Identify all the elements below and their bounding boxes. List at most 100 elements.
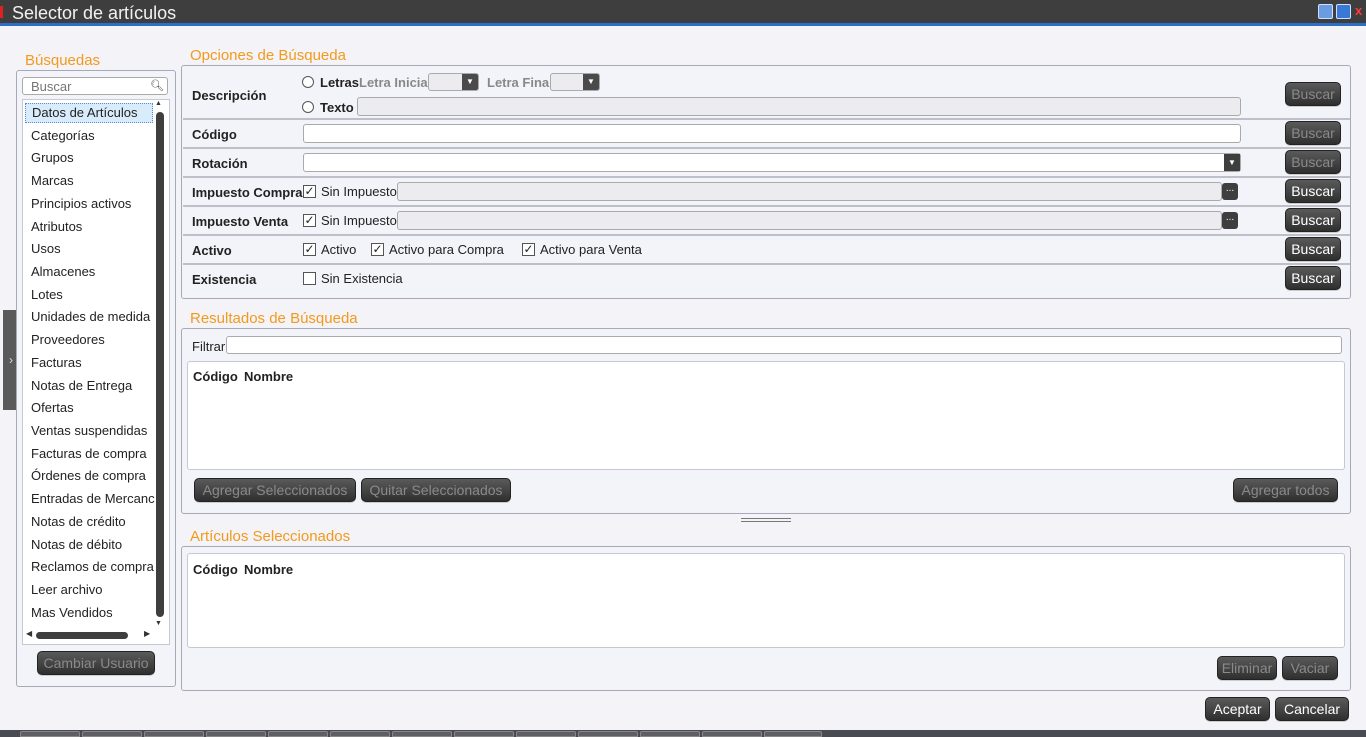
letra-final-label: Letra Final xyxy=(487,75,553,90)
list-item-notas-de-entrega[interactable]: Notas de Entrega xyxy=(31,378,155,393)
impuesto-compra-ellipsis-button[interactable]: ... xyxy=(1222,183,1238,200)
results-column-nombre[interactable]: Nombre xyxy=(244,369,293,384)
taskbar-app[interactable] xyxy=(144,731,204,737)
sin-existencia-checkbox[interactable] xyxy=(303,272,316,285)
buscar-rotacion-button[interactable]: Buscar xyxy=(1285,150,1341,174)
list-item-atributos[interactable]: Atributos xyxy=(31,219,155,234)
scroll-right-icon[interactable]: ▶ xyxy=(144,629,150,638)
activo-compra-checkbox[interactable]: ✓ xyxy=(371,243,384,256)
scroll-left-icon[interactable]: ◀ xyxy=(26,629,32,638)
filter-input[interactable] xyxy=(226,336,1342,354)
list-item-almacenes[interactable]: Almacenes xyxy=(31,264,155,279)
sidebar-search-input[interactable] xyxy=(23,78,147,94)
minimize-icon[interactable] xyxy=(1318,4,1333,19)
list-item-facturas[interactable]: Facturas xyxy=(31,355,155,370)
chevron-down-icon: ▼ xyxy=(1224,154,1240,171)
descripcion-label: Descripción xyxy=(192,88,267,103)
list-item-categorias[interactable]: Categorías xyxy=(31,128,155,143)
sidebar-search: 🔍︎ xyxy=(22,77,168,95)
selected-column-codigo[interactable]: Código xyxy=(193,562,238,577)
buscar-impuesto-venta-button[interactable]: Buscar xyxy=(1285,208,1341,232)
codigo-input[interactable] xyxy=(303,124,1241,143)
close-icon[interactable]: x xyxy=(1355,3,1366,18)
scroll-up-icon[interactable]: ▲ xyxy=(155,100,162,107)
options-heading: Opciones de Búsqueda xyxy=(190,47,346,64)
delete-button[interactable]: Eliminar xyxy=(1217,656,1277,680)
activo-venta-checkbox[interactable]: ✓ xyxy=(522,243,535,256)
list-item-facturas-de-compra[interactable]: Facturas de compra xyxy=(31,446,155,461)
impuesto-venta-checkbox[interactable]: ✓ xyxy=(303,214,316,227)
letras-radio[interactable] xyxy=(302,76,314,88)
activo-checkbox[interactable]: ✓ xyxy=(303,243,316,256)
taskbar-app[interactable] xyxy=(82,731,142,737)
taskbar-app[interactable] xyxy=(392,731,452,737)
chevron-down-icon: ▼ xyxy=(583,74,599,90)
taskbar-app[interactable] xyxy=(20,731,80,737)
panel-splitter[interactable] xyxy=(741,518,791,522)
descripcion-text-input[interactable] xyxy=(357,97,1241,116)
list-item-grupos[interactable]: Grupos xyxy=(31,150,155,165)
list-item-leer-archivo[interactable]: Leer archivo xyxy=(31,582,155,597)
list-item-usos[interactable]: Usos xyxy=(31,241,155,256)
window-title: Selector de artículos xyxy=(12,3,177,23)
rotacion-select[interactable]: ▼ xyxy=(303,153,1241,172)
row-separator xyxy=(183,176,1350,178)
scroll-thumb[interactable] xyxy=(156,112,164,617)
list-item-marcas[interactable]: Marcas xyxy=(31,173,155,188)
scroll-thumb-horizontal[interactable] xyxy=(36,632,128,639)
accept-button[interactable]: Aceptar xyxy=(1205,697,1270,721)
results-table[interactable]: Código Nombre xyxy=(187,361,1345,470)
window-corner-marker xyxy=(0,6,3,18)
list-item-notas-de-credito[interactable]: Notas de crédito xyxy=(31,514,155,529)
clear-button[interactable]: Vaciar xyxy=(1282,656,1338,680)
selected-table[interactable]: Código Nombre xyxy=(187,553,1345,648)
list-item-lotes[interactable]: Lotes xyxy=(31,287,155,302)
list-item-ordenes-de-compra[interactable]: Órdenes de compra xyxy=(31,468,155,483)
change-user-button[interactable]: Cambiar Usuario xyxy=(37,651,155,675)
taskbar-app[interactable] xyxy=(578,731,638,737)
list-item-proveedores[interactable]: Proveedores xyxy=(31,332,155,347)
maximize-icon[interactable] xyxy=(1336,4,1351,19)
texto-radio[interactable] xyxy=(302,101,314,113)
buscar-activo-button[interactable]: Buscar xyxy=(1285,237,1341,261)
taskbar-app[interactable] xyxy=(702,731,762,737)
impuesto-compra-field xyxy=(397,182,1222,201)
list-item-unidades-de-medida[interactable]: Unidades de medida xyxy=(31,309,155,324)
list-item-ventas-suspendidas[interactable]: Ventas suspendidas xyxy=(31,423,155,438)
buscar-codigo-button[interactable]: Buscar xyxy=(1285,121,1341,145)
taskbar-app[interactable] xyxy=(268,731,328,737)
search-type-list: Datos de Artículos Categorías Grupos Mar… xyxy=(22,99,170,645)
list-horizontal-scrollbar[interactable]: ◀ ▶ xyxy=(26,629,152,640)
taskbar-app[interactable] xyxy=(640,731,700,737)
list-item-mas-vendidos[interactable]: Mas Vendidos xyxy=(31,605,155,620)
taskbar-app[interactable] xyxy=(330,731,390,737)
list-item-ofertas[interactable]: Ofertas xyxy=(31,400,155,415)
letra-final-select[interactable]: ▼ xyxy=(550,73,600,91)
impuesto-compra-checkbox[interactable]: ✓ xyxy=(303,185,316,198)
taskbar-app[interactable] xyxy=(516,731,576,737)
list-item-datos-de-articulos[interactable]: Datos de Artículos xyxy=(25,103,153,123)
row-separator xyxy=(183,147,1350,149)
buscar-existencia-button[interactable]: Buscar xyxy=(1285,266,1341,290)
scroll-down-icon[interactable]: ▼ xyxy=(155,620,162,627)
buscar-descripcion-button[interactable]: Buscar xyxy=(1285,82,1341,106)
list-item-notas-de-debito[interactable]: Notas de débito xyxy=(31,537,155,552)
list-vertical-scrollbar[interactable]: ▲ ▼ xyxy=(155,100,165,630)
taskbar-app[interactable] xyxy=(206,731,266,737)
list-item-entradas-de-mercancia[interactable]: Entradas de Mercancía xyxy=(31,491,155,506)
results-column-codigo[interactable]: Código xyxy=(193,369,238,384)
letra-inicial-select[interactable]: ▼ xyxy=(428,73,479,91)
add-all-button[interactable]: Agregar todos xyxy=(1233,478,1338,502)
buscar-impuesto-compra-button[interactable]: Buscar xyxy=(1285,179,1341,203)
taskbar-app[interactable] xyxy=(764,731,822,737)
remove-selected-button[interactable]: Quitar Seleccionados xyxy=(361,478,511,502)
taskbar-app[interactable] xyxy=(454,731,514,737)
search-icon[interactable]: 🔍︎ xyxy=(150,79,164,92)
impuesto-venta-ellipsis-button[interactable]: ... xyxy=(1222,212,1238,229)
add-selected-button[interactable]: Agregar Seleccionados xyxy=(194,478,356,502)
list-item-reclamos-de-compra[interactable]: Reclamos de compra xyxy=(31,559,155,574)
list-item-principios-activos[interactable]: Principios activos xyxy=(31,196,155,211)
cancel-button[interactable]: Cancelar xyxy=(1275,697,1349,721)
chevron-right-icon: › xyxy=(9,353,13,367)
selected-column-nombre[interactable]: Nombre xyxy=(244,562,293,577)
